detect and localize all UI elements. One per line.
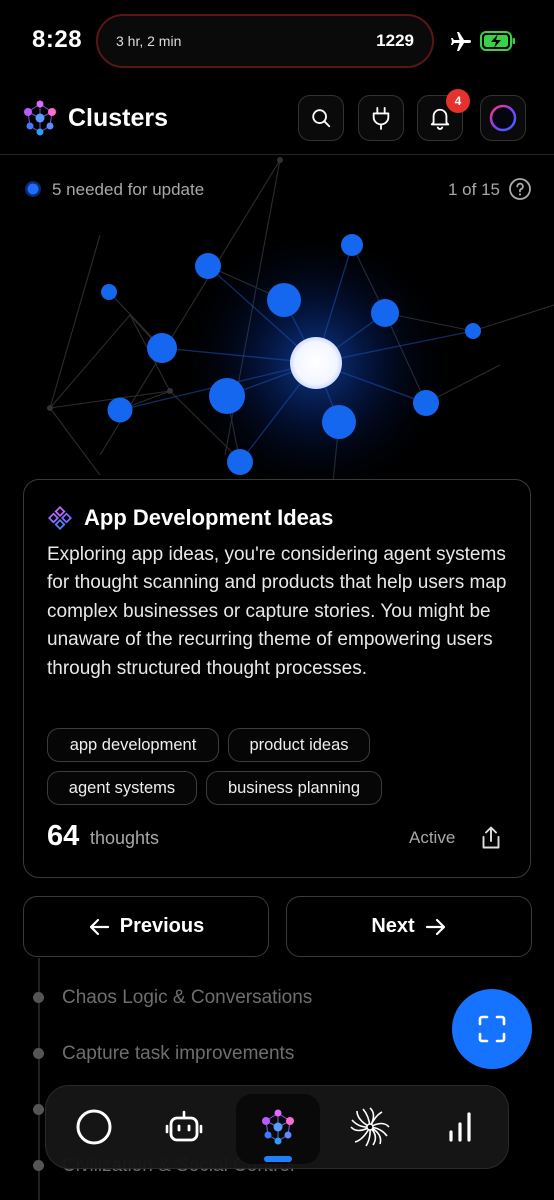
cluster-title: App Development Ideas xyxy=(84,505,334,530)
tab-home[interactable] xyxy=(62,1095,126,1159)
spiral-icon xyxy=(350,1107,390,1147)
thought-count: 64 xyxy=(47,820,80,852)
cluster-graph[interactable] xyxy=(0,155,554,495)
list-bullet xyxy=(33,1104,44,1115)
island-value: 1229 xyxy=(376,31,414,50)
tab-active-indicator xyxy=(264,1156,292,1162)
list-bullet xyxy=(33,1048,44,1059)
tab-stats[interactable] xyxy=(428,1095,492,1159)
clusters-icon xyxy=(262,1109,294,1145)
scan-frame-icon xyxy=(478,1015,506,1043)
battery-charging-icon xyxy=(480,31,515,51)
arrow-right-icon xyxy=(425,918,445,935)
tag-chip[interactable]: agent systems xyxy=(47,771,197,805)
robot-icon xyxy=(165,1110,203,1142)
search-icon xyxy=(312,109,331,128)
cluster-description: Exploring app ideas, you're considering … xyxy=(47,544,507,679)
notification-badge: 4 xyxy=(446,89,470,113)
next-label: Next xyxy=(371,915,415,937)
page-title: Clusters xyxy=(68,104,169,132)
search-button[interactable] xyxy=(298,95,344,141)
profile-button[interactable] xyxy=(480,95,526,141)
list-item[interactable]: Capture task improvements xyxy=(62,1043,294,1065)
bell-icon xyxy=(430,108,450,130)
list-item[interactable]: Chaos Logic & Conversations xyxy=(62,987,312,1009)
arrow-left-icon xyxy=(89,918,109,935)
tab-agents[interactable] xyxy=(152,1095,216,1159)
circle-icon xyxy=(76,1109,112,1145)
cluster-status: Active xyxy=(409,828,456,847)
airplane-icon xyxy=(451,32,471,51)
list-bullet xyxy=(33,1160,44,1171)
list-bullet xyxy=(33,992,44,1003)
avatar xyxy=(489,104,517,132)
island-timer: 3 hr, 2 min xyxy=(116,33,182,49)
stats-icon xyxy=(449,1112,471,1142)
tab-clusters[interactable] xyxy=(246,1095,310,1159)
previous-label: Previous xyxy=(119,915,205,937)
cluster-diamond-icon xyxy=(48,506,72,530)
clusters-logo-icon xyxy=(24,100,56,136)
plug-icon xyxy=(372,106,390,130)
tag-chip[interactable]: app development xyxy=(47,728,219,762)
share-icon[interactable] xyxy=(480,826,502,850)
dynamic-island[interactable]: 3 hr, 2 min 1229 xyxy=(96,14,434,68)
tab-explore[interactable] xyxy=(338,1095,402,1159)
connect-button[interactable] xyxy=(358,95,404,141)
status-time: 8:28 xyxy=(32,26,83,53)
tag-chip[interactable]: business planning xyxy=(206,771,382,805)
next-button[interactable]: Next xyxy=(286,896,532,957)
tag-chip[interactable]: product ideas xyxy=(228,728,370,762)
previous-button[interactable]: Previous xyxy=(23,896,269,957)
scan-button[interactable] xyxy=(452,989,532,1069)
thought-count-label: thoughts xyxy=(90,828,160,848)
